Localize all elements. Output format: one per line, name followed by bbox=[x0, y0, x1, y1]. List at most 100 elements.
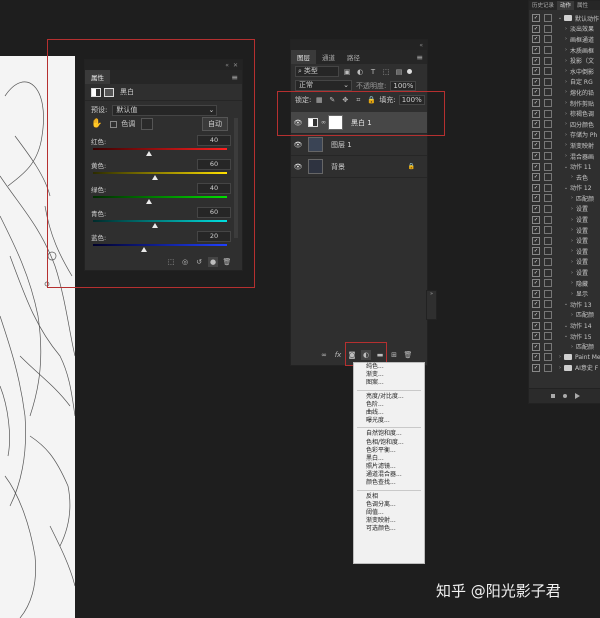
dialog-toggle-icon[interactable] bbox=[544, 300, 552, 309]
dialog-toggle-icon[interactable] bbox=[544, 14, 552, 23]
action-row[interactable]: ✓ › 显示 bbox=[529, 288, 600, 299]
chevron-right-icon[interactable]: › bbox=[568, 206, 576, 212]
action-row[interactable]: ✓ › 熔化的铅 bbox=[529, 87, 600, 98]
dialog-toggle-icon[interactable] bbox=[544, 77, 552, 86]
action-row[interactable]: ✓ › 木质画框 bbox=[529, 45, 600, 56]
trash-icon[interactable]: 🗑 bbox=[403, 350, 413, 360]
chevron-right-icon[interactable]: › bbox=[568, 238, 576, 244]
check-icon[interactable]: ✓ bbox=[532, 247, 540, 256]
slider-knob[interactable] bbox=[146, 199, 153, 204]
trash-icon[interactable]: 🗑 bbox=[222, 257, 232, 267]
check-icon[interactable]: ✓ bbox=[532, 289, 540, 298]
dialog-toggle-icon[interactable] bbox=[544, 46, 552, 55]
action-row[interactable]: ✓ › 自定 RG bbox=[529, 77, 600, 88]
dialog-toggle-icon[interactable] bbox=[544, 88, 552, 97]
clip-to-layer-icon[interactable]: ⬚ bbox=[166, 257, 176, 267]
action-row[interactable]: ✓ › 投影（文 bbox=[529, 55, 600, 66]
dialog-toggle-icon[interactable] bbox=[544, 279, 552, 288]
check-icon[interactable]: ✓ bbox=[532, 332, 540, 341]
action-row[interactable]: ✓ › 设置 bbox=[529, 225, 600, 236]
record-icon[interactable] bbox=[562, 394, 567, 398]
dialog-toggle-icon[interactable] bbox=[544, 130, 552, 139]
chevron-right-icon[interactable]: › bbox=[562, 153, 570, 159]
play-icon[interactable] bbox=[574, 393, 580, 399]
dialog-toggle-icon[interactable] bbox=[544, 236, 552, 245]
check-icon[interactable]: ✓ bbox=[532, 268, 540, 277]
action-row[interactable]: ✓ ⌄ 动作 13 bbox=[529, 299, 600, 310]
action-row[interactable]: ✓ › 水中倒影 bbox=[529, 66, 600, 77]
panel-menu-icon[interactable]: ≡ bbox=[231, 73, 242, 84]
chevron-right-icon[interactable]: › bbox=[568, 280, 576, 286]
slider-value-input[interactable]: 40 bbox=[197, 135, 231, 146]
dialog-toggle-icon[interactable] bbox=[544, 204, 552, 213]
action-row[interactable]: ✓ › 四分颜色 bbox=[529, 119, 600, 130]
slider-value-input[interactable]: 40 bbox=[197, 183, 231, 194]
menu-item[interactable]: 可选颜色... bbox=[354, 525, 424, 533]
chevron-right-icon[interactable]: › bbox=[568, 259, 576, 265]
action-row[interactable]: ✓ ⌄ 动作 12 bbox=[529, 183, 600, 194]
tab-layers[interactable]: 图层 bbox=[291, 50, 316, 64]
chevron-right-icon[interactable]: › bbox=[568, 174, 576, 180]
action-row[interactable]: ✓ › 去色 bbox=[529, 172, 600, 183]
action-row[interactable]: ✓ › 淡出效果 bbox=[529, 24, 600, 35]
chevron-right-icon[interactable]: › bbox=[568, 195, 576, 201]
tab-channels[interactable]: 通道 bbox=[316, 50, 341, 64]
slider-knob[interactable] bbox=[151, 175, 158, 180]
check-icon[interactable]: ✓ bbox=[532, 162, 540, 171]
chevron-right-icon[interactable]: › bbox=[562, 100, 570, 106]
check-icon[interactable]: ✓ bbox=[532, 109, 540, 118]
dialog-toggle-icon[interactable] bbox=[544, 321, 552, 330]
collapse-icon[interactable]: « bbox=[225, 62, 229, 69]
preset-select[interactable]: 默认值 ⌄ bbox=[112, 104, 218, 116]
dialog-toggle-icon[interactable] bbox=[544, 56, 552, 65]
dialog-toggle-icon[interactable] bbox=[544, 162, 552, 171]
slider-knob[interactable] bbox=[151, 223, 158, 228]
check-icon[interactable]: ✓ bbox=[532, 99, 540, 108]
dialog-toggle-icon[interactable] bbox=[544, 289, 552, 298]
eye-icon[interactable]: 👁 bbox=[291, 141, 305, 149]
check-icon[interactable]: ✓ bbox=[532, 24, 540, 33]
menu-item[interactable]: 色相/饱和度... bbox=[354, 439, 424, 447]
action-row[interactable]: ✓ › 隐藏 bbox=[529, 278, 600, 289]
check-icon[interactable]: ✓ bbox=[532, 226, 540, 235]
menu-item[interactable]: 颜色查找... bbox=[354, 479, 424, 487]
action-row[interactable]: ✓ › Paint Me bbox=[529, 352, 600, 363]
slider-knob[interactable] bbox=[146, 151, 153, 156]
menu-item[interactable]: 色阶... bbox=[354, 401, 424, 409]
action-row[interactable]: ✓ › 渐变映射 bbox=[529, 140, 600, 151]
chevron-down-icon[interactable]: ⌄ bbox=[562, 185, 570, 191]
chevron-right-icon[interactable]: › bbox=[568, 270, 576, 276]
visibility-eye-icon[interactable]: ● bbox=[208, 257, 218, 267]
action-row[interactable]: ✓ ⌄ 动作 11 bbox=[529, 161, 600, 172]
chevron-right-icon[interactable]: › bbox=[562, 47, 570, 53]
chevron-down-icon[interactable]: ⌄ bbox=[562, 301, 570, 307]
filter-smartobject-icon[interactable]: ▤ bbox=[394, 67, 404, 77]
check-icon[interactable]: ✓ bbox=[532, 35, 540, 44]
opacity-input[interactable]: 100% bbox=[390, 80, 417, 91]
slider-track[interactable] bbox=[93, 244, 227, 246]
menu-item[interactable]: 曝光度... bbox=[354, 417, 424, 425]
dialog-toggle-icon[interactable] bbox=[544, 194, 552, 203]
filter-kind-select[interactable]: ⌕ 类型 bbox=[295, 66, 339, 77]
layer-name[interactable]: 图层 1 bbox=[331, 140, 352, 150]
action-row[interactable]: ✓ › 匹配颜 bbox=[529, 341, 600, 352]
menu-item[interactable]: 图案... bbox=[354, 379, 424, 387]
filter-shape-icon[interactable]: ⬚ bbox=[381, 67, 391, 77]
dialog-toggle-icon[interactable] bbox=[544, 310, 552, 319]
layer-style-fx-icon[interactable]: fx bbox=[333, 350, 343, 360]
chevron-right-icon[interactable]: › bbox=[562, 26, 570, 32]
action-row[interactable]: ✓ › 设置 bbox=[529, 257, 600, 268]
check-icon[interactable]: ✓ bbox=[532, 321, 540, 330]
slider-track[interactable] bbox=[93, 148, 227, 150]
blend-mode-select[interactable]: 正常 ⌄ bbox=[295, 80, 352, 91]
close-icon[interactable]: ✕ bbox=[233, 62, 238, 69]
chevron-right-icon[interactable]: › bbox=[568, 217, 576, 223]
dialog-toggle-icon[interactable] bbox=[544, 152, 552, 161]
slider-track[interactable] bbox=[93, 220, 227, 222]
dialog-toggle-icon[interactable] bbox=[544, 257, 552, 266]
check-icon[interactable]: ✓ bbox=[532, 67, 540, 76]
check-icon[interactable]: ✓ bbox=[532, 56, 540, 65]
check-icon[interactable]: ✓ bbox=[532, 14, 540, 23]
action-row[interactable]: ✓ ⌄ 动作 14 bbox=[529, 320, 600, 331]
dialog-toggle-icon[interactable] bbox=[544, 109, 552, 118]
